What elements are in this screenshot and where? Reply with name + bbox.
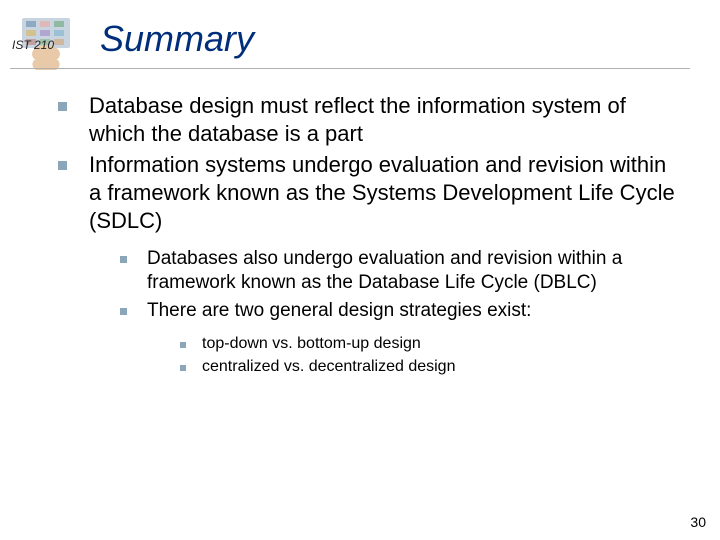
- slide-body: Database design must reflect the informa…: [58, 92, 678, 381]
- square-bullet-icon: [58, 161, 67, 170]
- page-number: 30: [690, 514, 706, 530]
- bullet-level3: centralized vs. decentralized design: [180, 357, 678, 378]
- level2-group: Databases also undergo evaluation and re…: [120, 247, 678, 379]
- square-bullet-icon: [120, 308, 127, 315]
- slide-title: Summary: [100, 18, 254, 60]
- square-bullet-icon: [58, 102, 67, 111]
- bullet-text: There are two general design strategies …: [147, 299, 678, 323]
- bullet-text: top-down vs. bottom-up design: [202, 334, 678, 355]
- title-underline: [10, 68, 690, 69]
- bullet-level1: Information systems undergo evaluation a…: [58, 151, 678, 234]
- bullet-text: Database design must reflect the informa…: [89, 92, 678, 147]
- bullet-text: centralized vs. decentralized design: [202, 357, 678, 378]
- level3-group: top-down vs. bottom-up design centralize…: [180, 334, 678, 379]
- bullet-text: Databases also undergo evaluation and re…: [147, 247, 678, 296]
- bullet-level3: top-down vs. bottom-up design: [180, 334, 678, 355]
- square-bullet-icon: [180, 342, 186, 348]
- course-label: IST 210: [12, 38, 54, 52]
- bullet-level1: Database design must reflect the informa…: [58, 92, 678, 147]
- slide: IST 210 Summary Database design must ref…: [0, 0, 720, 540]
- square-bullet-icon: [120, 256, 127, 263]
- bullet-level2: Databases also undergo evaluation and re…: [120, 247, 678, 296]
- bullet-text: Information systems undergo evaluation a…: [89, 151, 678, 234]
- square-bullet-icon: [180, 365, 186, 371]
- course-logo: IST 210: [10, 16, 82, 76]
- bullet-level2: There are two general design strategies …: [120, 299, 678, 323]
